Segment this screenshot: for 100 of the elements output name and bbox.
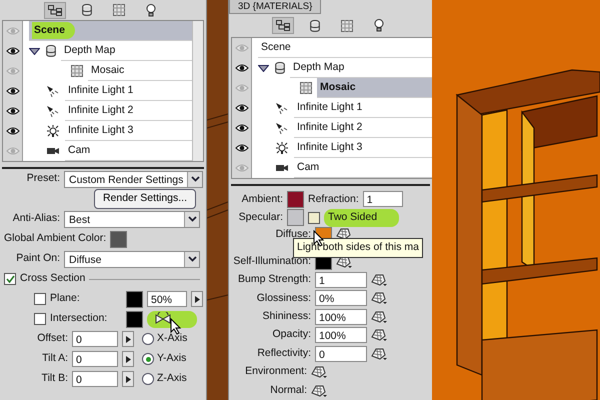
number-field[interactable]: 100% <box>315 308 367 325</box>
dropdown[interactable]: Best <box>64 210 200 228</box>
cylinder-icon <box>46 45 56 57</box>
eye-icon[interactable] <box>234 123 248 134</box>
checkbox[interactable] <box>4 273 16 285</box>
number-field[interactable]: 0 <box>315 346 367 362</box>
number-field[interactable]: 1 <box>362 191 403 208</box>
grid-icon <box>113 4 125 16</box>
grid-icon <box>300 82 312 94</box>
texture-icon[interactable] <box>311 365 327 380</box>
eye-icon[interactable] <box>6 86 20 96</box>
arrow-button[interactable] <box>122 371 134 387</box>
layer-label[interactable]: Depth Map <box>64 42 116 58</box>
number-field[interactable]: 0 <box>72 351 118 367</box>
eye-icon[interactable] <box>6 46 20 56</box>
dropdown[interactable]: Custom Render Settings <box>64 170 204 188</box>
layer-label[interactable]: Mosaic <box>91 62 124 78</box>
scrollbar[interactable] <box>192 21 203 161</box>
field-label: Reflectivity: <box>256 346 311 361</box>
texture-icon[interactable] <box>371 346 387 361</box>
expand-triangle-icon[interactable] <box>29 48 40 54</box>
number-field[interactable]: 0% <box>315 290 367 306</box>
eye-icon[interactable] <box>234 63 248 74</box>
texture-icon[interactable] <box>371 291 387 306</box>
arrow-button[interactable] <box>122 351 134 367</box>
layer-label[interactable]: Scene <box>32 22 75 40</box>
color-swatch[interactable] <box>110 230 128 248</box>
eye-icon[interactable] <box>6 106 20 116</box>
expand-triangle-icon[interactable] <box>258 64 269 72</box>
spotlight-icon <box>275 122 289 134</box>
radio-label[interactable]: Z-Axis <box>157 371 187 387</box>
color-swatch[interactable] <box>126 310 143 328</box>
cursor-icon <box>170 318 182 335</box>
flip-icon[interactable] <box>155 312 171 326</box>
field-label: Intersection: <box>50 311 108 326</box>
option-label[interactable]: Two Sided <box>324 208 400 227</box>
triangle-icon <box>126 376 130 382</box>
field-label: Ambient: <box>240 192 283 207</box>
layer-label[interactable]: Scene <box>261 40 291 56</box>
triangle-icon <box>126 356 130 362</box>
tooltip: Light both sides of this ma <box>293 238 423 258</box>
field-label: Tilt B: <box>40 371 68 386</box>
arrow-button[interactable] <box>191 291 203 307</box>
radio-button[interactable] <box>142 353 154 365</box>
layer-label[interactable]: Infinite Light 2 <box>68 102 134 118</box>
color-swatch[interactable] <box>287 190 304 208</box>
render-settings-button[interactable]: Render Settings... <box>94 189 196 209</box>
radio-button[interactable] <box>142 373 154 385</box>
number-field[interactable]: 0 <box>72 371 118 387</box>
opacity-field[interactable]: 50% <box>147 291 187 307</box>
triangle-icon <box>194 296 200 302</box>
layer-label[interactable]: Infinite Light 1 <box>297 100 362 116</box>
layer-label[interactable]: Infinite Light 3 <box>297 140 362 156</box>
layer-label[interactable]: Infinite Light 2 <box>297 120 362 136</box>
eye-icon[interactable] <box>234 143 248 154</box>
hierarchy-icon <box>48 4 62 16</box>
radio-label[interactable]: X-Axis <box>157 331 188 347</box>
texture-icon[interactable] <box>371 328 387 342</box>
field-label: Shininess: <box>262 309 311 324</box>
bulb-icon <box>275 142 289 155</box>
checkbox[interactable] <box>34 313 46 325</box>
eye-icon[interactable] <box>234 103 248 114</box>
layer-label[interactable]: Cam <box>68 142 90 158</box>
layer-label[interactable]: Infinite Light 3 <box>68 122 134 138</box>
panel-tab[interactable]: 3D {MATERIALS} <box>229 0 322 14</box>
layer-label[interactable]: Infinite Light 1 <box>68 82 134 98</box>
field-label: Normal: <box>269 382 307 398</box>
layer-label[interactable]: Cam <box>297 160 320 176</box>
color-swatch[interactable] <box>126 290 143 308</box>
field-label: Global Ambient Color: <box>4 231 106 246</box>
arrow-button[interactable] <box>122 331 134 347</box>
eye-icon[interactable] <box>6 126 20 136</box>
field-label: Glossiness: <box>256 290 311 306</box>
layer-label[interactable]: Depth Map <box>293 60 344 76</box>
texture-icon[interactable] <box>311 384 327 398</box>
caret-icon <box>188 216 196 222</box>
field-label: Refraction: <box>308 192 359 207</box>
camera-icon <box>275 163 289 174</box>
number-field[interactable]: 1 <box>315 272 367 288</box>
checkbox[interactable] <box>308 212 320 224</box>
texture-icon[interactable] <box>371 273 387 287</box>
filter-tab[interactable] <box>44 2 66 18</box>
texture-icon[interactable] <box>371 310 387 324</box>
camera-icon <box>46 146 60 156</box>
grid-icon <box>71 65 83 77</box>
caret-icon <box>190 176 200 182</box>
radio-label[interactable]: Y-Axis <box>157 351 186 367</box>
field-label: Opacity: <box>271 327 311 342</box>
radio-button[interactable] <box>142 333 154 345</box>
checkbox[interactable] <box>34 293 46 305</box>
field-label: Environment: <box>244 364 307 380</box>
number-field[interactable]: 100% <box>315 327 367 344</box>
color-swatch[interactable] <box>287 209 304 226</box>
dropdown[interactable]: Diffuse <box>64 250 200 268</box>
cylinder-icon <box>275 62 285 74</box>
field-label: Tilt A: <box>41 351 68 366</box>
filter-tab[interactable] <box>272 17 294 34</box>
number-field[interactable]: 0 <box>72 331 118 347</box>
hierarchy-icon <box>276 20 290 32</box>
spotlight-icon <box>46 85 60 97</box>
